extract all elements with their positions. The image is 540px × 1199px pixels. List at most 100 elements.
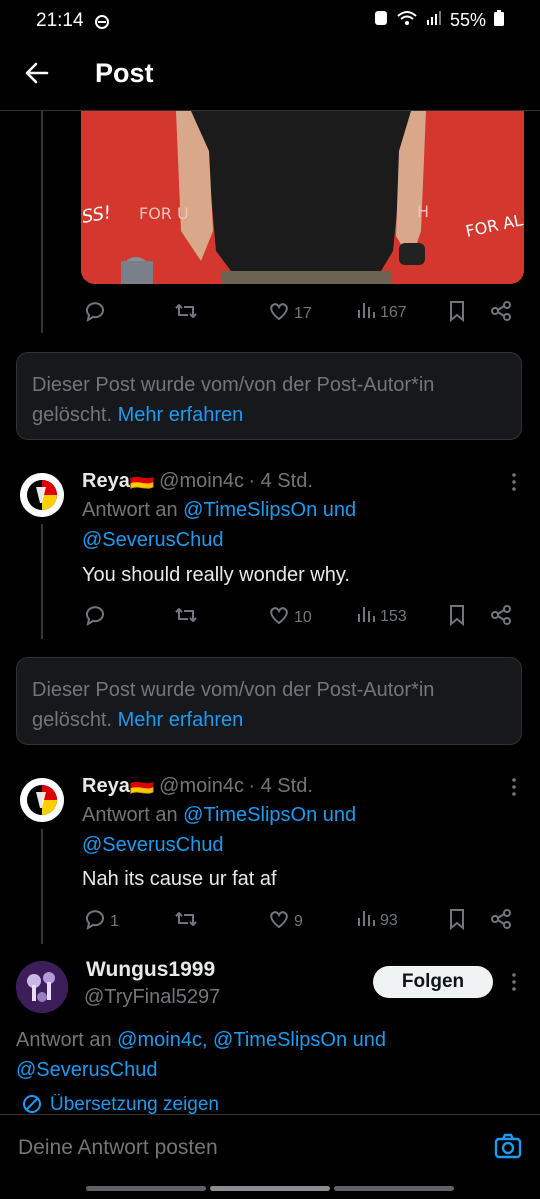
learn-more-link[interactable]: Mehr erfahren <box>118 404 244 426</box>
views-count: 167 <box>380 303 407 321</box>
views-icon <box>356 300 376 325</box>
reply-composer[interactable] <box>0 1114 540 1179</box>
more-options-icon[interactable] <box>502 970 526 994</box>
reply-input[interactable] <box>16 1131 460 1165</box>
thread-line <box>41 829 43 944</box>
reply-prefix: Antwort an <box>16 1029 112 1051</box>
share-icon <box>490 604 512 631</box>
heart-icon <box>268 604 290 631</box>
repost-button[interactable] <box>174 300 198 327</box>
reply-header: Reya🇩🇪 @moin4c · 4 Std. <box>82 773 313 798</box>
reply-prefix: Antwort an <box>82 499 178 521</box>
post-image[interactable]: SS! FOR U FOR AL H <box>81 111 524 284</box>
display-name[interactable]: Reya🇩🇪 <box>82 470 155 492</box>
views-count: 93 <box>380 911 398 929</box>
bookmark-button[interactable] <box>447 908 467 935</box>
reply-button[interactable] <box>84 300 106 327</box>
reply-header: Reya🇩🇪 @moin4c · 4 Std. <box>82 468 313 493</box>
status-time: 21:14 <box>36 10 84 31</box>
reply-button[interactable]: 1 <box>84 908 119 935</box>
heart-icon <box>268 908 290 935</box>
top-app-bar: Post <box>0 44 540 111</box>
bookmark-icon <box>447 604 467 631</box>
avatar[interactable] <box>20 778 64 822</box>
replying-to: Antwort an @TimeSlipsOn und @SeverusChud <box>82 800 356 860</box>
comment-count: 1 <box>110 912 119 930</box>
comment-icon <box>84 908 106 935</box>
reply-button[interactable] <box>84 604 106 631</box>
nav-gesture-bar <box>210 1186 330 1191</box>
views-button[interactable]: 153 <box>356 604 407 629</box>
like-button[interactable]: 9 <box>268 908 303 935</box>
learn-more-link[interactable]: Mehr erfahren <box>118 709 244 731</box>
views-count: 153 <box>380 607 407 625</box>
like-count: 10 <box>294 608 312 626</box>
avatar[interactable] <box>20 473 64 517</box>
wifi-icon <box>396 10 418 31</box>
bookmark-icon <box>447 300 467 327</box>
views-button[interactable]: 93 <box>356 908 398 933</box>
share-button[interactable] <box>490 604 512 631</box>
mention-link[interactable]: @SeverusChud <box>82 834 223 856</box>
share-icon <box>490 300 512 327</box>
repost-button[interactable] <box>174 908 198 935</box>
repost-button[interactable] <box>174 604 198 631</box>
display-name[interactable]: Reya🇩🇪 <box>82 775 155 797</box>
mention-link[interactable]: @TimeSlipsOn und <box>183 804 356 826</box>
translate-label: Übersetzung zeigen <box>50 1094 219 1114</box>
mention-link[interactable]: @SeverusChud <box>82 529 223 551</box>
replying-to: Antwort an @moin4c, @TimeSlipsOn und @Se… <box>16 1025 386 1085</box>
notification-icon <box>374 10 388 31</box>
handle[interactable]: @TryFinal5297 <box>84 986 220 1009</box>
post-text: You should really wonder why. <box>82 564 350 586</box>
share-button[interactable] <box>490 908 512 935</box>
battery-icon <box>494 10 504 31</box>
like-button[interactable]: 10 <box>268 604 312 631</box>
timestamp: · 4 Std. <box>248 470 313 492</box>
like-count: 9 <box>294 912 303 930</box>
repost-icon <box>174 908 198 935</box>
battery-text: 55% <box>449 10 486 30</box>
mention-link[interactable]: @SeverusChud <box>16 1059 157 1081</box>
camera-icon[interactable] <box>494 1133 522 1164</box>
like-count: 17 <box>294 304 312 322</box>
signal-icon <box>426 10 442 31</box>
replying-to: Antwort an @TimeSlipsOn und @SeverusChud <box>82 495 356 555</box>
status-right: 55% <box>374 10 504 31</box>
repost-icon <box>174 604 198 631</box>
bookmark-button[interactable] <box>447 300 467 327</box>
svg-text:FOR U: FOR U <box>139 204 189 223</box>
back-arrow-icon[interactable] <box>22 58 52 88</box>
nav-gesture-bar <box>334 1186 454 1191</box>
comment-icon <box>84 300 106 327</box>
heart-icon <box>268 300 290 327</box>
repost-icon <box>174 300 198 327</box>
page-title: Post <box>95 58 154 88</box>
thread-line <box>41 111 43 333</box>
handle[interactable]: @moin4c <box>159 470 244 492</box>
more-options-icon[interactable] <box>502 775 526 799</box>
comment-icon <box>84 604 106 631</box>
nav-gesture-bar <box>86 1186 206 1191</box>
views-icon <box>356 908 376 933</box>
more-options-icon[interactable] <box>502 470 526 494</box>
views-button[interactable]: 167 <box>356 300 407 325</box>
status-bar: 21:14 55% <box>0 0 540 44</box>
like-button[interactable]: 17 <box>268 300 312 327</box>
share-button[interactable] <box>490 300 512 327</box>
share-icon <box>490 908 512 935</box>
handle[interactable]: @moin4c <box>159 775 244 797</box>
thread-line <box>41 524 43 639</box>
deleted-post-notice: Dieser Post wurde vom/von der Post-Autor… <box>16 657 522 745</box>
sync-icon <box>94 14 110 35</box>
follow-button[interactable]: Folgen <box>373 966 493 998</box>
avatar[interactable] <box>16 961 68 1013</box>
views-icon <box>356 604 376 629</box>
mention-link[interactable]: @TimeSlipsOn und <box>183 499 356 521</box>
bookmark-button[interactable] <box>447 604 467 631</box>
translate-link[interactable]: Übersetzung zeigen <box>22 1094 219 1114</box>
mention-link[interactable]: @moin4c, @TimeSlipsOn und <box>117 1029 386 1051</box>
display-name[interactable]: Wungus1999 <box>86 958 215 982</box>
bookmark-icon <box>447 908 467 935</box>
deleted-post-notice: Dieser Post wurde vom/von der Post-Autor… <box>16 352 522 440</box>
